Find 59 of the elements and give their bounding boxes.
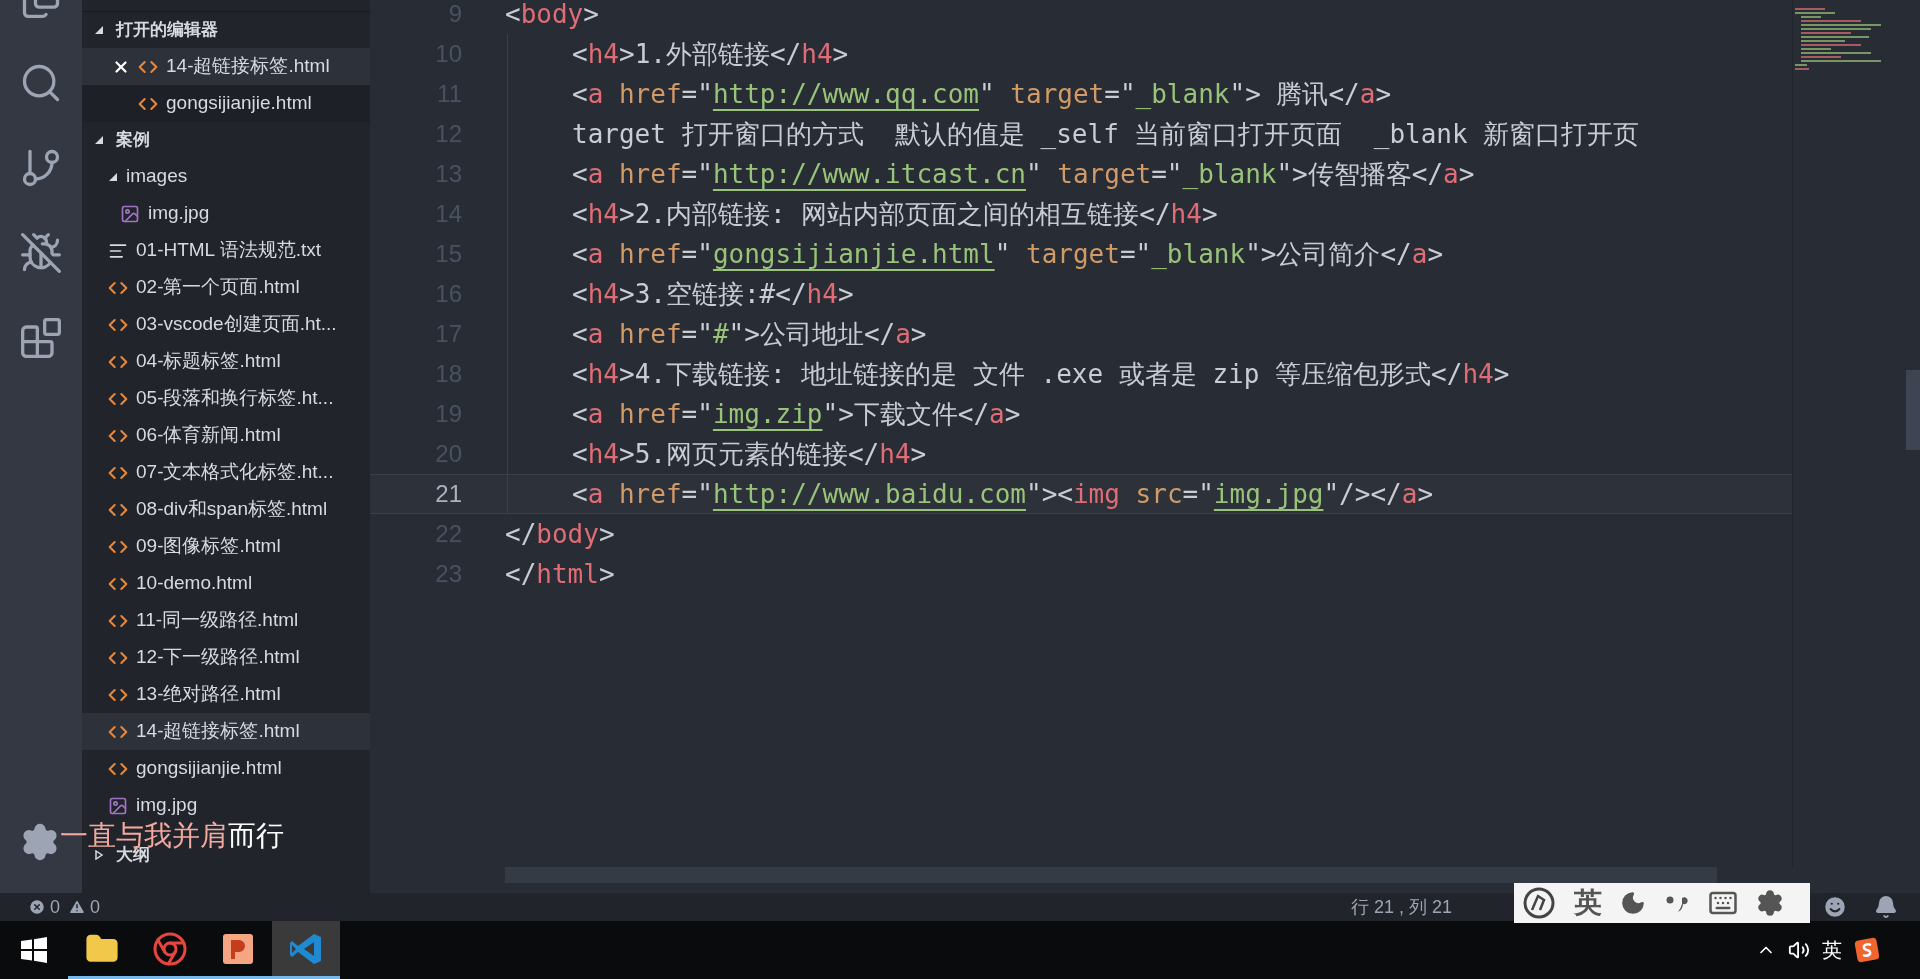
image-icon — [120, 203, 140, 224]
file-tree-item[interactable]: 08-div和span标签.html — [82, 491, 370, 528]
code-line: <a href="http://www.qq.com" target="_blank"> 腾讯</a> — [572, 77, 1392, 111]
file-tree-item[interactable]: images — [82, 158, 370, 195]
line-number: 21 — [434, 479, 462, 509]
browser-icon — [152, 930, 188, 967]
cursor-position[interactable]: 行 21 , 列 21 — [1350, 893, 1452, 921]
file-tree-item[interactable]: 13-绝对路径.html — [82, 676, 370, 713]
horizontal-scrollbar[interactable] — [505, 867, 1717, 883]
open-editor-item[interactable]: 14-超链接标签.html — [82, 48, 370, 85]
warning-icon[interactable] — [68, 898, 86, 916]
code-line: <a href="gongsijianjie.html" target="_blank">公司简介</a> — [572, 237, 1444, 271]
code-line: <a href="#">公司地址</a> — [572, 317, 927, 351]
code-line: <h4>4.下载链接: 地址链接的是 文件 .exe 或者是 zip 等压缩包形式</h4> — [572, 357, 1510, 391]
code-line: <h4>2.内部链接: 网站内部页面之间的相互链接</h4> — [572, 197, 1218, 231]
code-line: </body> — [505, 517, 615, 551]
file-tree-item[interactable]: 11-同一级路径.html — [82, 602, 370, 639]
caret-icon[interactable] — [108, 171, 118, 182]
speaker-icon[interactable] — [1788, 939, 1810, 961]
caret-icon — [94, 25, 104, 35]
code-line: <h4>5.网页元素的链接</h4> — [572, 437, 927, 471]
code-line: <a href="img.zip">下载文件</a> — [572, 397, 1021, 431]
file-tree-item[interactable]: 05-段落和换行标签.ht... — [82, 380, 370, 417]
file-tree-item[interactable]: 04-标题标签.html — [82, 343, 370, 380]
file-tree-item[interactable]: 02-第一个页面.html — [82, 269, 370, 306]
code-line: <body> — [505, 0, 599, 31]
error-icon[interactable] — [28, 898, 46, 916]
input-language[interactable]: 英 — [1574, 882, 1602, 924]
file-tree-item[interactable]: 06-体育新闻.html — [82, 417, 370, 454]
file-tree-item[interactable]: 01-HTML 语法规范.txt — [82, 232, 370, 269]
moon-icon[interactable] — [1620, 890, 1646, 916]
file-tree-item[interactable]: 10-demo.html — [82, 565, 370, 602]
code-line: <a href="http://www.itcast.cn" target="_blank">传智播客</a> — [572, 157, 1475, 191]
file-tree-item[interactable]: 03-vscode创建页面.ht... — [82, 306, 370, 343]
smiley-icon[interactable] — [1822, 894, 1848, 920]
code-line: <h4>3.空链接:#</h4> — [572, 277, 854, 311]
file-tree-item[interactable]: 07-文本格式化标签.ht... — [82, 454, 370, 491]
image-icon — [108, 795, 128, 816]
windows-logo-icon[interactable] — [21, 937, 47, 963]
file-tree-item[interactable]: 14-超链接标签.html — [82, 713, 370, 750]
file-tree-item[interactable]: 09-图像标签.html — [82, 528, 370, 565]
file-tree-item[interactable]: gongsijianjie.html — [82, 750, 370, 787]
taskbar-app[interactable] — [272, 921, 340, 979]
scrollbar-thumb[interactable] — [1906, 370, 1920, 450]
code-line: </html> — [505, 557, 615, 591]
input-method-icon[interactable] — [1854, 937, 1880, 963]
caret-icon — [94, 850, 104, 860]
file-tree-item[interactable]: 12-下一级路径.html — [82, 639, 370, 676]
presentation-app-icon — [221, 931, 255, 966]
code-line: target 打开窗口的方式 默认的值是 _self 当前窗口打开页面 _blank 新窗口打开页 — [572, 117, 1640, 151]
warning-count[interactable]: 0 — [90, 893, 101, 921]
bell-icon[interactable] — [1874, 895, 1898, 919]
file-tree-item[interactable]: img.jpg — [82, 195, 370, 232]
open-editor-item[interactable]: gongsijianjie.html — [82, 85, 370, 122]
error-count[interactable]: 0 — [50, 893, 60, 921]
tray-language[interactable]: 英 — [1822, 935, 1842, 965]
code-line: <a href="http://www.baidu.com"><img src="img.jpg"/></a> — [572, 477, 1434, 511]
caret-icon — [94, 135, 104, 145]
code-line: <h4>1.外部链接</h4> — [572, 37, 849, 71]
